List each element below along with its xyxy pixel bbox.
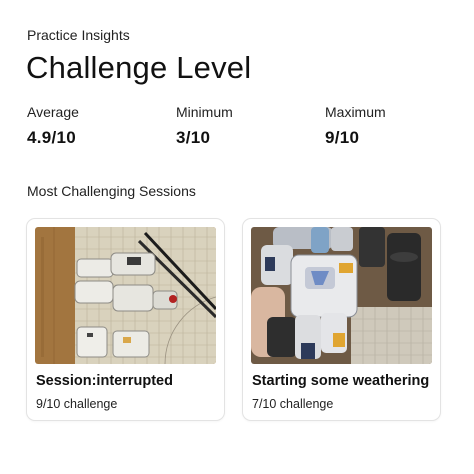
insights-eyebrow: Practice Insights bbox=[27, 27, 130, 43]
session-challenge-level: 7/10 challenge bbox=[252, 397, 334, 411]
session-card[interactable]: Starting some weathering 7/10 challenge bbox=[242, 218, 441, 421]
stat-minimum-value: 3/10 bbox=[176, 128, 211, 147]
stat-average-label: Average bbox=[27, 104, 79, 120]
stats-row: Average 4.9/10 Minimum 3/10 Maximum 9/10 bbox=[27, 104, 467, 154]
stat-minimum-label: Minimum bbox=[176, 104, 233, 120]
section-title-challenging-sessions: Most Challenging Sessions bbox=[27, 183, 196, 199]
session-card[interactable]: Session:interrupted 9/10 challenge bbox=[26, 218, 225, 421]
session-challenge-level: 9/10 challenge bbox=[36, 397, 118, 411]
stat-minimum: Minimum 3/10 bbox=[176, 104, 233, 148]
session-title: Starting some weathering bbox=[252, 373, 430, 389]
stat-maximum-label: Maximum bbox=[325, 104, 386, 120]
page-title: Challenge Level bbox=[26, 50, 252, 85]
session-title: Session:interrupted bbox=[36, 373, 173, 389]
stat-average: Average 4.9/10 bbox=[27, 104, 79, 148]
stat-maximum-value: 9/10 bbox=[325, 128, 360, 147]
session-thumbnail bbox=[35, 227, 216, 364]
session-thumbnail bbox=[251, 227, 432, 364]
stat-average-value: 4.9/10 bbox=[27, 128, 77, 147]
stat-maximum: Maximum 9/10 bbox=[325, 104, 386, 148]
